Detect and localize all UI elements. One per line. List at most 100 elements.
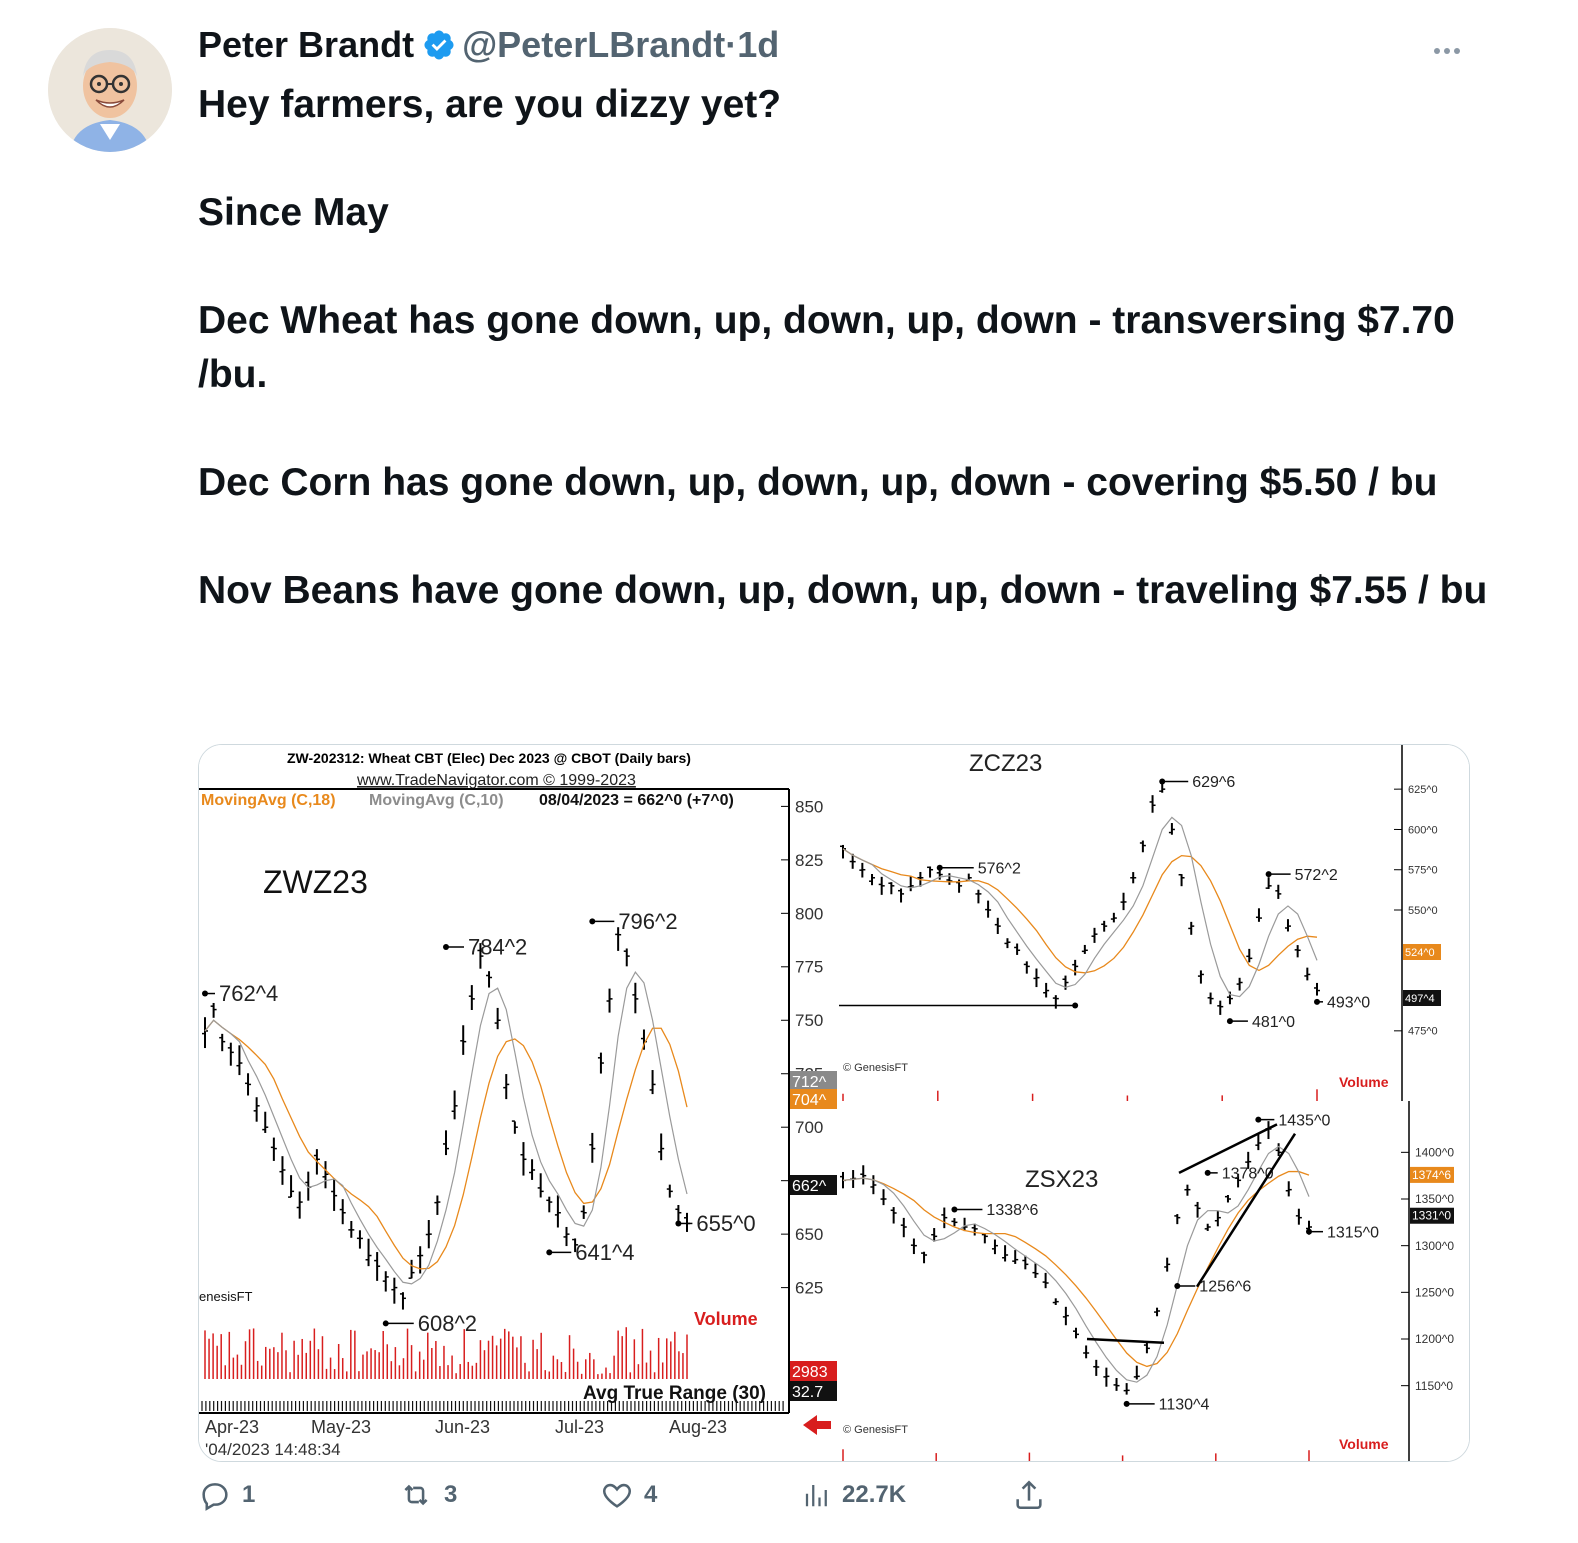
views-button[interactable]: 22.7K (802, 1478, 906, 1512)
wheat-chart-site: www.TradeNavigator.com © 1999-2023 (356, 772, 636, 789)
annotation-label: 608^2 (418, 1311, 477, 1336)
annotation-label: 481^0 (1252, 1014, 1295, 1031)
x-axis-tick-label: Aug-23 (669, 1417, 727, 1437)
annotation-label: 1315^0 (1327, 1224, 1379, 1241)
x-axis-tick-label: Jun-23 (435, 1417, 490, 1437)
timestamp[interactable]: 1d (737, 24, 779, 65)
tweet-line: Hey farmers, are you dizzy yet? (198, 83, 782, 126)
beans-volume-label: Volume (1339, 1436, 1389, 1452)
y-axis-tick-label: 1150^0 (1415, 1379, 1453, 1393)
tweet-media[interactable]: ZW-202312: Wheat CBT (Elec) Dec 2023 @ C… (198, 744, 1470, 1462)
annotation-label: 629^6 (1192, 774, 1235, 791)
y-axis-tick-label: 575^0 (1408, 865, 1438, 877)
share-button[interactable] (1012, 1478, 1046, 1512)
price-tag-label: 704^ (792, 1092, 827, 1109)
retweet-count: 3 (444, 1481, 458, 1508)
tweet-line: Since May (198, 191, 389, 234)
annotation-label: 1435^0 (1278, 1112, 1330, 1129)
more-horizontal-icon[interactable] (1432, 30, 1462, 64)
price-tag-label: 2983 (792, 1364, 828, 1381)
tweet-line: Dec Corn has gone down, up, down, up, do… (198, 461, 1438, 504)
price-tag-label: 524^0 (1405, 947, 1435, 959)
wheat-chart: ZW-202312: Wheat CBT (Elec) Dec 2023 @ C… (199, 745, 837, 1461)
annotation-label: 1256^6 (1199, 1279, 1251, 1296)
y-axis-tick-label: 825 (795, 851, 823, 870)
x-axis-tick-label: May-23 (311, 1417, 371, 1437)
views-chart-icon (805, 1485, 827, 1507)
beans-chart-panel: ZSX23 © GenesisFT Volume 1338^6 1435^0 137… (839, 1101, 1469, 1461)
y-axis-tick-label: 1200^0 (1415, 1332, 1454, 1346)
y-axis-tick-label: 750 (795, 1011, 823, 1030)
avatar-illustration (48, 28, 172, 152)
corn-brand: © GenesisFT (843, 1062, 908, 1074)
tweet-line: Dec Wheat has gone down, up, down, up, d… (198, 299, 1455, 396)
wheat-volume-label: Volume (694, 1309, 758, 1329)
tweet-text: Hey farmers, are you dizzy yet? Since Ma… (198, 78, 1488, 618)
beans-chart: ZSX23 © GenesisFT Volume 1338^6 1435^0 137… (839, 1101, 1469, 1461)
corn-chart: ZCZ23 © GenesisFT Volume 576^2 629^6 572^2… (839, 745, 1469, 1101)
wheat-summary-label: 08/04/2023 = 662^0 (+7^0) (539, 792, 734, 809)
wheat-ma18-label: MovingAvg (C,18) (201, 792, 336, 809)
annotation-label: 796^2 (618, 909, 677, 934)
y-axis-tick-label: 475^0 (1408, 1026, 1438, 1038)
share-icon (1016, 1480, 1042, 1510)
annotation-label: 1130^4 (1159, 1396, 1210, 1413)
heart-icon (603, 1483, 631, 1508)
tweet-line (198, 132, 1488, 186)
wheat-ma10-label: MovingAvg (C,10) (369, 792, 504, 809)
views-count: 22.7K (842, 1481, 907, 1508)
retweet-button[interactable]: 3 (398, 1478, 457, 1512)
y-axis-tick-label: 625^0 (1408, 784, 1438, 796)
annotation-label: 1338^6 (986, 1202, 1038, 1219)
x-axis-tick-label: Jul-23 (555, 1417, 604, 1437)
tweet-header: Peter Brandt @PeterLBrandt·1d (198, 22, 779, 73)
y-axis-tick-label: 800 (795, 904, 823, 923)
beans-symbol: ZSX23 (1025, 1166, 1098, 1193)
wheat-chart-panel: ZW-202312: Wheat CBT (Elec) Dec 2023 @ C… (199, 745, 837, 1461)
like-count: 4 (644, 1481, 658, 1508)
y-axis-tick-label: 775 (795, 958, 823, 977)
reply-button[interactable]: 1 (198, 1478, 255, 1512)
price-tag-label: 712^ (792, 1074, 827, 1091)
tweet-line (198, 510, 1488, 564)
price-tag-label: 32.7 (792, 1384, 823, 1401)
y-axis-tick-label: 650 (795, 1225, 823, 1244)
y-axis-tick-label: 700 (795, 1118, 823, 1137)
annotation-label: 655^0 (696, 1211, 755, 1236)
wheat-chart-header: ZW-202312: Wheat CBT (Elec) Dec 2023 @ C… (287, 750, 691, 766)
y-axis-tick-label: 625 (795, 1279, 823, 1298)
x-axis-tick-label: Apr-23 (205, 1417, 259, 1437)
y-axis-tick-label: 1300^0 (1415, 1239, 1454, 1253)
corn-symbol: ZCZ23 (969, 750, 1042, 777)
annotation-label: 493^0 (1327, 994, 1370, 1011)
verified-badge-icon (422, 27, 456, 73)
corn-chart-panel: ZCZ23 © GenesisFT Volume 576^2 629^6 572^2… (839, 745, 1469, 1101)
y-axis-tick-label: 850 (795, 797, 823, 816)
retweet-icon (404, 1484, 428, 1506)
avatar[interactable] (48, 28, 172, 152)
reply-icon (202, 1483, 228, 1511)
y-axis-tick-label: 600^0 (1408, 824, 1438, 836)
like-button[interactable]: 4 (600, 1478, 657, 1512)
annotation-label: 572^2 (1295, 867, 1338, 884)
tweet-line (198, 240, 1488, 294)
y-axis-tick-label: 1250^0 (1415, 1286, 1454, 1300)
annotation-label: 784^2 (468, 935, 527, 960)
annotation-label: 641^4 (575, 1240, 634, 1265)
wheat-timestamp: '04/2023 14:48:34 (205, 1440, 341, 1459)
separator-dot: · (725, 24, 738, 65)
price-tag-label: 1374^6 (1412, 1168, 1451, 1182)
price-tag-label: 497^4 (1405, 993, 1435, 1005)
wheat-atr-label: Avg True Range (30) (583, 1383, 766, 1404)
y-axis-tick-label: 1400^0 (1415, 1146, 1454, 1160)
tweet-line (198, 402, 1488, 456)
wheat-symbol: ZWZ23 (263, 864, 368, 900)
author-handle[interactable]: @PeterLBrandt (462, 24, 725, 65)
tweet-actions: 1 3 4 22.7K (0, 1478, 1578, 1528)
annotation-label: 576^2 (978, 860, 1021, 877)
corn-volume-label: Volume (1339, 1074, 1389, 1090)
author-name[interactable]: Peter Brandt (198, 24, 414, 65)
beans-brand: © GenesisFT (843, 1424, 908, 1436)
price-tag-label: 1331^0 (1412, 1209, 1451, 1223)
price-tag-label: 662^ (792, 1178, 827, 1195)
